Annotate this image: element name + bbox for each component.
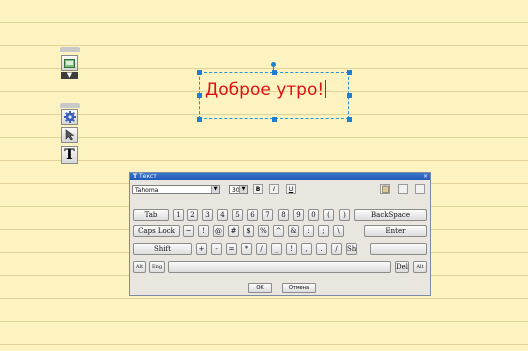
key[interactable]: ( <box>323 209 334 221</box>
key[interactable]: 5 <box>232 209 243 221</box>
key[interactable]: Alt <box>413 261 427 273</box>
paste-icon[interactable] <box>380 184 390 194</box>
key[interactable]: ) <box>339 209 350 221</box>
resize-handle[interactable] <box>347 117 352 122</box>
key[interactable]: / <box>256 243 267 255</box>
key[interactable]: 1 <box>173 209 184 221</box>
key[interactable]: ! <box>198 225 209 237</box>
dialog-titlebar[interactable]: T Текст × <box>130 173 430 180</box>
chevron-down-icon[interactable]: ▼ <box>211 186 219 193</box>
cancel-button[interactable]: Отмена <box>282 283 316 293</box>
key[interactable]: Shift <box>133 243 192 255</box>
key[interactable]: Del <box>395 261 409 273</box>
italic-button[interactable]: I <box>269 184 279 194</box>
text-caret <box>325 80 327 98</box>
key[interactable]: % <box>258 225 269 237</box>
key[interactable]: = <box>226 243 237 255</box>
key[interactable]: @ <box>213 225 224 237</box>
key[interactable] <box>370 243 427 255</box>
toolstrip-handle[interactable] <box>60 103 80 108</box>
resize-handle[interactable] <box>197 117 202 122</box>
toolstrip-handle[interactable] <box>60 47 80 52</box>
bold-button[interactable]: B <box>253 184 263 194</box>
key[interactable]: Eng <box>149 261 165 273</box>
gear-icon[interactable] <box>61 109 78 125</box>
pointer-icon[interactable] <box>61 127 78 143</box>
ok-button[interactable]: OK <box>248 283 272 293</box>
font-size-select[interactable]: 30 ▼ <box>229 185 248 194</box>
key[interactable]: 7 <box>262 209 273 221</box>
key[interactable]: 2 <box>187 209 198 221</box>
canvas-text[interactable]: Доброе утро! <box>205 80 327 100</box>
key[interactable]: & <box>288 225 299 237</box>
key[interactable]: . <box>316 243 327 255</box>
key[interactable]: 6 <box>247 209 258 221</box>
key[interactable]: ; <box>318 225 329 237</box>
resize-handle[interactable] <box>347 93 352 98</box>
key[interactable]: Shift <box>346 243 357 255</box>
key[interactable]: , <box>301 243 312 255</box>
font-select-value: Tahoma <box>135 187 159 194</box>
text-tool-icon[interactable]: T <box>61 146 78 164</box>
key[interactable]: Alt <box>133 261 146 273</box>
key[interactable]: 9 <box>293 209 304 221</box>
key[interactable]: ~ <box>183 225 194 237</box>
format-toolbar: Tahoma ▼ 30 ▼ B I U <box>132 184 428 196</box>
key[interactable]: BackSpace <box>354 209 427 221</box>
resize-handle[interactable] <box>197 93 202 98</box>
key[interactable]: 8 <box>278 209 289 221</box>
chevron-down-icon[interactable]: ▼ <box>239 186 247 193</box>
key[interactable]: ! <box>286 243 297 255</box>
screen-capture-icon[interactable] <box>61 55 78 71</box>
key[interactable]: + <box>196 243 207 255</box>
cut-icon[interactable] <box>415 184 425 194</box>
font-select[interactable]: Tahoma ▼ <box>132 185 220 194</box>
key[interactable]: \ <box>333 225 344 237</box>
dropdown-arrow-icon[interactable]: ▼ <box>61 72 78 79</box>
key[interactable]: Tab <box>133 209 169 221</box>
key[interactable]: Enter <box>364 225 427 237</box>
key[interactable]: / <box>331 243 342 255</box>
resize-handle[interactable] <box>197 70 202 75</box>
key[interactable]: Caps Lock <box>133 225 180 237</box>
key[interactable]: _ <box>271 243 282 255</box>
key[interactable]: ^ <box>273 225 284 237</box>
key[interactable]: # <box>228 225 239 237</box>
resize-handle[interactable] <box>272 70 277 75</box>
key[interactable]: 4 <box>217 209 228 221</box>
text-dialog: T Текст × Tahoma ▼ 30 ▼ B I U Tab 1 2 3 4 5 6 7… <box>129 172 431 296</box>
dialog-title: Текст <box>139 173 157 180</box>
key[interactable]: $ <box>243 225 254 237</box>
key[interactable]: 0 <box>308 209 319 221</box>
resize-handle[interactable] <box>272 117 277 122</box>
key[interactable]: - <box>211 243 222 255</box>
canvas-text-value: Доброе утро! <box>205 80 325 100</box>
close-button[interactable]: × <box>423 173 428 180</box>
key[interactable]: : <box>303 225 314 237</box>
key[interactable]: 3 <box>202 209 213 221</box>
underline-button[interactable]: U <box>286 184 296 194</box>
space-key[interactable] <box>168 261 391 273</box>
copy-icon[interactable] <box>398 184 408 194</box>
text-icon: T <box>133 173 138 180</box>
resize-handle[interactable] <box>347 70 352 75</box>
key[interactable]: * <box>241 243 252 255</box>
